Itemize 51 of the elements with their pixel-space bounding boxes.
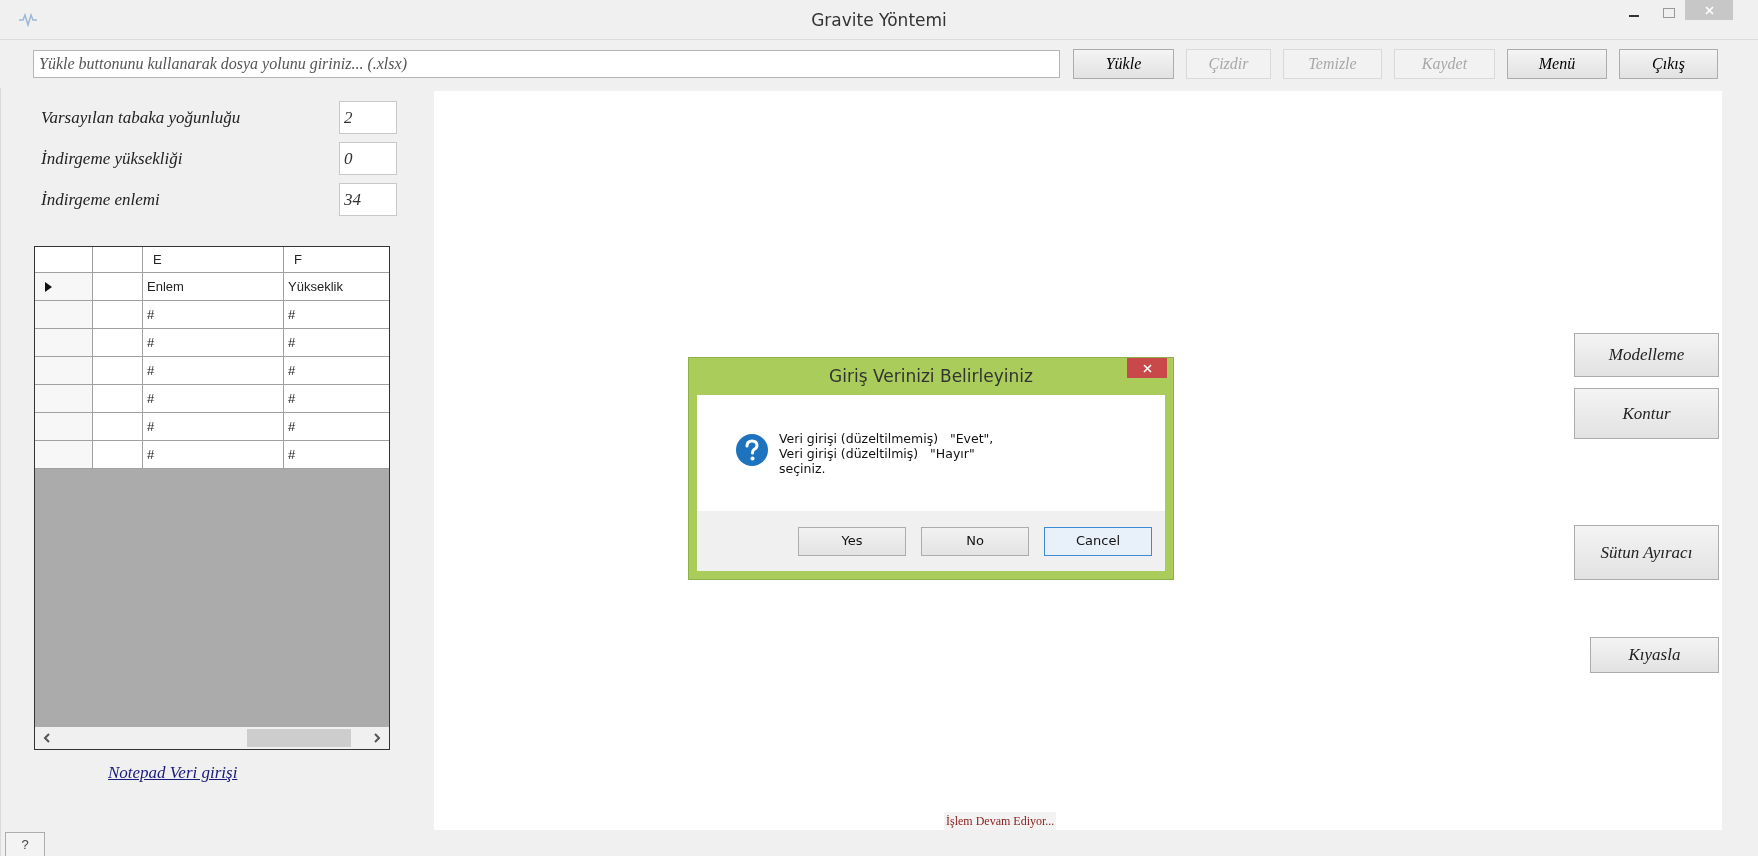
notepad-link[interactable]: Notepad Veri girişi xyxy=(108,760,238,786)
question-icon xyxy=(735,433,769,467)
row-header[interactable] xyxy=(35,273,93,300)
table-cell-text: # xyxy=(287,305,297,324)
horizontal-scrollbar[interactable] xyxy=(35,727,389,749)
toolbar-button[interactable]: Yükle xyxy=(1073,49,1174,79)
table-cell: # xyxy=(143,413,284,440)
close-icon xyxy=(1142,363,1152,373)
file-path-field[interactable]: Yükle buttonunu kullanarak dosya yolunu giriniz... (.xlsx) xyxy=(33,50,1060,78)
scroll-left-icon[interactable] xyxy=(43,733,51,743)
table-cell-text: # xyxy=(287,361,297,380)
side-button[interactable]: Kıyasla xyxy=(1590,637,1719,673)
window-title: Gravite Yöntemi xyxy=(811,9,947,32)
dialog-close-button[interactable] xyxy=(1127,358,1167,378)
table-cell: # xyxy=(143,441,284,468)
table-cell-text: Yükseklik xyxy=(287,277,344,296)
dialog-button[interactable]: Yes xyxy=(798,526,906,556)
parameter-field[interactable]: 34 xyxy=(339,183,397,216)
minimize-icon[interactable] xyxy=(1629,12,1641,18)
parameter-field[interactable]: 0 xyxy=(339,142,397,175)
scroll-right-icon[interactable] xyxy=(373,733,381,743)
table-cell-text: # xyxy=(287,445,297,464)
status-text: İşlem Devam Ediyor... xyxy=(944,812,1057,830)
side-button[interactable]: Sütun Ayıracı xyxy=(1574,525,1719,580)
dialog-title: Giriş Verinizi Belirleyiniz xyxy=(829,364,1033,388)
table-cell: # xyxy=(143,357,284,384)
scrollbar-thumb[interactable] xyxy=(247,729,351,747)
table-cell: # xyxy=(143,301,284,328)
dialog-button[interactable]: No xyxy=(921,526,1029,556)
table-cell: Enlem xyxy=(143,273,284,300)
table-cell-text: # xyxy=(287,417,297,436)
app-icon xyxy=(18,12,38,27)
current-row-icon xyxy=(45,281,52,292)
table-cell: # xyxy=(143,329,284,356)
parameter-label: İndirgeme yüksekliği xyxy=(41,147,184,170)
toolbar-button[interactable]: Menü xyxy=(1507,49,1607,79)
dialog-message: Veri girişi (düzeltilmemiş) "Evet", Veri girişi (düzeltilmiş) "Hayır" seçiniz. xyxy=(779,431,994,476)
table-cell-text: # xyxy=(287,389,297,408)
parameter-label: İndirgeme enlemi xyxy=(41,188,161,211)
maximize-icon[interactable] xyxy=(1663,8,1675,18)
parameter-field[interactable]: 2 xyxy=(339,101,397,134)
toolbar-button[interactable]: Çıkış xyxy=(1619,49,1718,79)
help-button[interactable]: ? xyxy=(5,832,45,856)
side-button[interactable]: Kontur xyxy=(1574,388,1719,439)
close-icon xyxy=(1704,5,1714,15)
parameter-label: Varsayılan tabaka yoğunluğu xyxy=(41,106,242,129)
dialog-button[interactable]: Cancel xyxy=(1044,526,1152,556)
table-cell: # xyxy=(143,385,284,412)
table-cell-text: # xyxy=(287,333,297,352)
side-button[interactable]: Modelleme xyxy=(1574,333,1719,377)
close-button[interactable] xyxy=(1685,0,1733,20)
